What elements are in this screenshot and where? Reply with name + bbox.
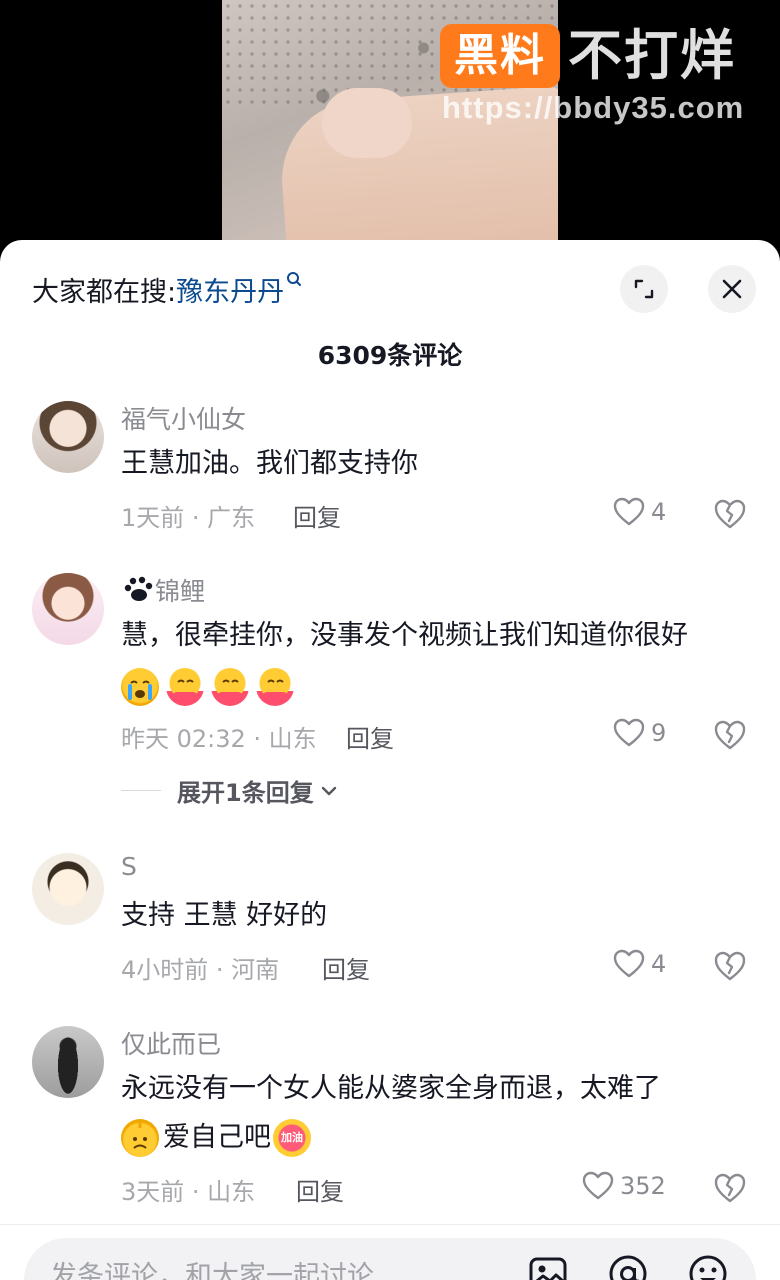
sticker-text: 加油: [281, 1131, 303, 1144]
hug-emoji: [256, 668, 294, 706]
comment-meta: 4小时前 · 河南: [121, 956, 280, 984]
like-button[interactable]: 352: [582, 1171, 666, 1201]
like-count: 352: [620, 1172, 666, 1200]
avatar[interactable]: [32, 401, 104, 473]
comment-sheet: 大家都在搜:豫东丹丹 6309条评论 福气小仙女 王慧加油。我们都支持你 1天前…: [0, 240, 780, 1280]
dislike-icon[interactable]: [713, 950, 747, 982]
watermark-badge: 黑料: [440, 24, 560, 88]
comment-text: 王慧加油。我们都支持你: [121, 448, 418, 479]
image-icon[interactable]: [526, 1252, 570, 1280]
comment-username[interactable]: S: [121, 852, 137, 881]
dislike-icon[interactable]: [713, 719, 747, 751]
dislike-icon[interactable]: [713, 1172, 747, 1204]
jiayou-sticker: 加油: [273, 1119, 311, 1157]
comment-input-bar[interactable]: 发条评论，和大家一起讨论: [24, 1238, 756, 1280]
like-button[interactable]: 4: [613, 949, 666, 979]
expand-replies-button[interactable]: 展开1条回复: [121, 773, 338, 808]
heart-icon: [613, 949, 645, 978]
like-count: 4: [651, 950, 667, 978]
comment-input-placeholder[interactable]: 发条评论，和大家一起讨论: [50, 1254, 374, 1280]
like-button[interactable]: 9: [613, 718, 666, 748]
mention-icon[interactable]: [606, 1252, 650, 1280]
reply-button[interactable]: 回复: [322, 950, 370, 985]
watermark-url: https://bbdy35.com: [442, 90, 745, 125]
watermark-text: 不打烊: [568, 24, 736, 87]
comment-text: 永远没有一个女人能从婆家全身而退，太难了: [121, 1073, 661, 1104]
chevron-down-icon: [321, 786, 336, 795]
reply-button[interactable]: 回复: [346, 719, 394, 754]
watermark: 黑料 不打烊 https://bbdy35.com: [440, 24, 770, 134]
close-button[interactable]: [708, 265, 756, 313]
comment-username[interactable]: 仅此而已: [121, 1025, 221, 1061]
comment-text-line2: 爱自己吧 加油: [121, 1113, 311, 1163]
close-icon: [722, 279, 742, 299]
expand-button[interactable]: [620, 265, 668, 313]
paw-icon: [124, 576, 153, 601]
search-keyword[interactable]: 豫东丹丹: [176, 277, 284, 308]
comment-count: 6309条评论: [317, 341, 463, 370]
dislike-icon[interactable]: [713, 498, 747, 530]
like-count: 9: [651, 719, 667, 747]
heart-icon: [582, 1171, 614, 1200]
expand-icon: [634, 279, 654, 299]
heart-icon: [613, 497, 645, 526]
avatar[interactable]: [32, 573, 104, 645]
video-player[interactable]: 黑料 不打烊 https://bbdy35.com: [0, 0, 780, 240]
emoji-row: [121, 668, 294, 706]
comment-username[interactable]: 福气小仙女: [121, 400, 246, 436]
hug-emoji: [166, 668, 204, 706]
hand-image: [322, 88, 412, 158]
hug-emoji: [211, 668, 249, 706]
divider-line: [121, 790, 161, 791]
emoji-icon[interactable]: [686, 1252, 730, 1280]
like-count: 4: [651, 498, 667, 526]
like-button[interactable]: 4: [613, 497, 666, 527]
reply-button[interactable]: 回复: [296, 1172, 344, 1207]
comment-text: 慧，很牵挂你，没事发个视频让我们知道你很好: [121, 620, 688, 651]
crying-emoji: [121, 668, 159, 706]
comment-meta: 1天前 · 广东: [121, 504, 256, 532]
avatar[interactable]: [32, 853, 104, 925]
comment-meta: 昨天 02:32 · 山东: [121, 725, 317, 753]
reply-button[interactable]: 回复: [293, 498, 341, 533]
sad-emoji: [121, 1119, 159, 1157]
avatar[interactable]: [32, 1026, 104, 1098]
expand-replies-label: 展开1条回复: [177, 779, 314, 807]
search-icon: [287, 272, 302, 286]
comment-username[interactable]: 锦鲤: [155, 577, 205, 606]
comment-username-row: 锦鲤: [121, 572, 205, 608]
comment-text-2: 爱自己吧: [163, 1122, 271, 1153]
heart-icon: [613, 718, 645, 747]
comment-meta: 3天前 · 山东: [121, 1178, 256, 1206]
search-prefix: 大家都在搜:: [32, 277, 177, 308]
search-suggestion[interactable]: 大家都在搜:豫东丹丹: [32, 270, 302, 309]
comment-text: 支持 王慧 好好的: [121, 900, 328, 931]
input-divider: [0, 1224, 780, 1225]
